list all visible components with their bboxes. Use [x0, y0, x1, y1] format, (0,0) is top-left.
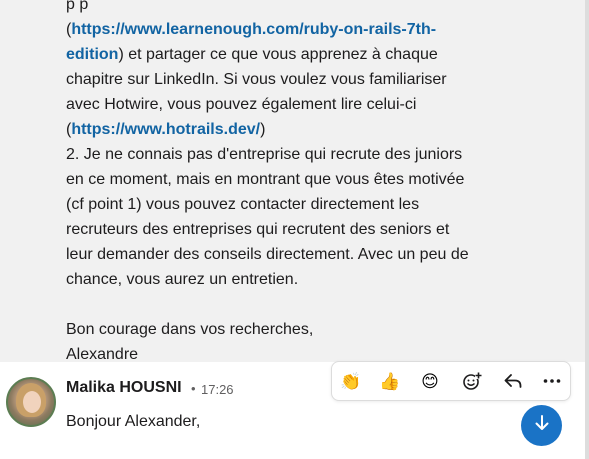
- more-dots-icon: [542, 371, 562, 391]
- smile-reaction-button[interactable]: 😊: [415, 366, 445, 396]
- message-line: 2. Je ne connais pas d'entreprise qui re…: [66, 142, 511, 167]
- message-line-text: Alexandre: [66, 346, 139, 363]
- message-line: Bon courage dans vos recherches,: [66, 317, 511, 342]
- message-line-text: ) et partager ce que vous apprenez à cha…: [118, 46, 438, 63]
- reply-arrow-icon: [503, 371, 523, 391]
- scroll-edge: [585, 0, 589, 459]
- message-line-text: leur demander des conseils directement. …: [66, 246, 469, 263]
- message-line-text: avec Hotwire, vous pouvez également lire…: [66, 96, 417, 113]
- meta-separator: •: [191, 381, 196, 396]
- message-line-text: chance, vous aurez un entretien.: [66, 271, 299, 288]
- message-line: leur demander des conseils directement. …: [66, 242, 511, 267]
- avatar[interactable]: [6, 377, 56, 427]
- message-link[interactable]: edition: [66, 46, 118, 63]
- message-line: chapitre sur LinkedIn. Si vous voulez vo…: [66, 67, 511, 92]
- previous-message-body: p p (https://www.learnenough.com/ruby-on-…: [66, 0, 511, 367]
- message-line-text: chapitre sur LinkedIn. Si vous voulez vo…: [66, 71, 447, 88]
- message-line-text: en ce moment, mais en montrant que vous …: [66, 171, 465, 188]
- message-line-text: p p: [66, 0, 89, 13]
- message-text: Bonjour Alexander,: [66, 413, 201, 430]
- message-actions-toolbar: 👏 👍 😊: [331, 361, 571, 401]
- clapping-hands-icon: 👏: [340, 371, 362, 391]
- message-line: (https://www.learnenough.com/ruby-on-rai…: [66, 17, 511, 42]
- message-line: (cf point 1) vous pouvez contacter direc…: [66, 192, 511, 217]
- chat-view: p p (https://www.learnenough.com/ruby-on-…: [0, 0, 589, 459]
- message-line: edition) et partager ce que vous apprene…: [66, 42, 511, 67]
- add-emoji-icon: [462, 371, 482, 391]
- add-reaction-button[interactable]: [457, 366, 487, 396]
- message-line: recruteurs des entreprises qui recrutent…: [66, 217, 511, 242]
- reply-button[interactable]: [498, 366, 528, 396]
- thumbs-up-reaction-button[interactable]: 👍: [375, 366, 405, 396]
- clap-reaction-button[interactable]: 👏: [336, 366, 366, 396]
- message-line: (https://www.hotrails.dev/): [66, 117, 511, 142]
- message-line: chance, vous aurez un entretien.: [66, 267, 511, 292]
- arrow-down-icon: [533, 414, 551, 437]
- message-line-text: (cf point 1) vous pouvez contacter direc…: [66, 196, 420, 213]
- message-line-text: Bon courage dans vos recherches,: [66, 321, 314, 338]
- avatar-face: [23, 391, 41, 413]
- message-line: en ce moment, mais en montrant que vous …: [66, 167, 511, 192]
- message-link[interactable]: https://www.hotrails.dev/: [71, 121, 260, 138]
- message-line-text: ): [260, 121, 266, 138]
- message-timestamp[interactable]: 17:26: [201, 382, 234, 397]
- message-line: avec Hotwire, vous pouvez également lire…: [66, 92, 511, 117]
- thumbs-up-icon: 👍: [379, 371, 401, 391]
- message-line-text: 2. Je ne connais pas d'entreprise qui re…: [66, 146, 463, 163]
- author-name[interactable]: Malika HOUSNI: [66, 379, 182, 397]
- previous-message[interactable]: p p (https://www.learnenough.com/ruby-on-…: [0, 0, 585, 363]
- smiling-face-icon: 😊: [421, 371, 439, 391]
- more-actions-button[interactable]: [537, 366, 567, 396]
- message-line-text: recruteurs des entreprises qui recrutent…: [66, 221, 450, 238]
- message-link[interactable]: https://www.learnenough.com/ruby-on-rail…: [71, 21, 436, 38]
- message-line: p p: [66, 0, 511, 17]
- jump-to-latest-button[interactable]: [521, 405, 562, 446]
